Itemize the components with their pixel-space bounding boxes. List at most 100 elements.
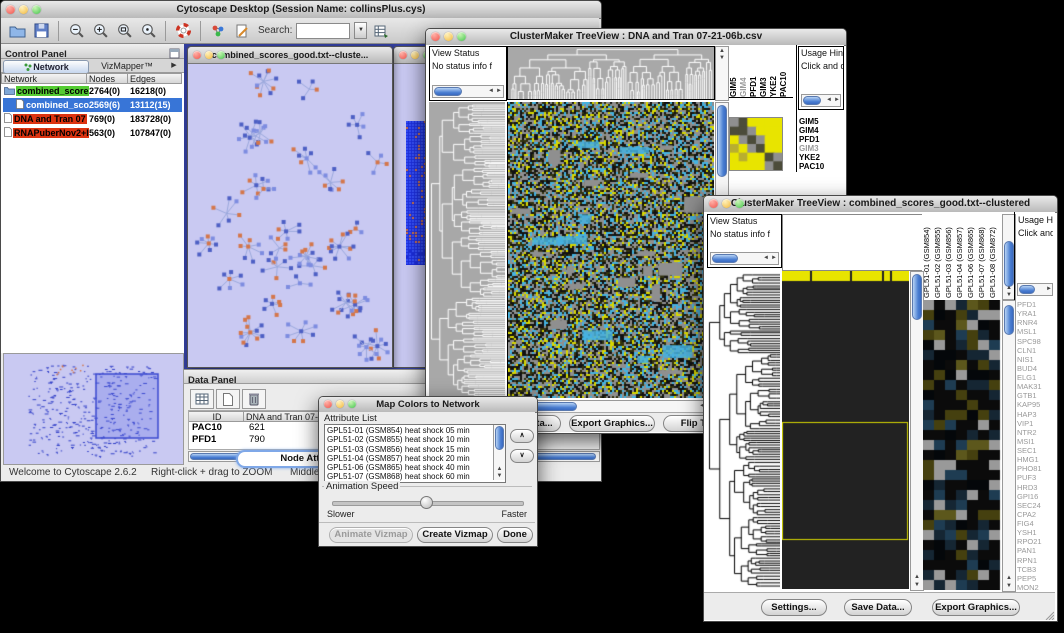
close-button[interactable] (324, 400, 332, 408)
column-label[interactable]: GPL51-07 (GSM868) (977, 214, 988, 298)
export-graphics-button[interactable]: Export Graphics... (932, 599, 1020, 616)
gene-label[interactable]: HMG1 (1017, 455, 1054, 464)
gene-label[interactable]: PAC10 (799, 162, 842, 171)
column-label[interactable]: GPL51-03 (GSM856) (944, 214, 955, 298)
gene-label[interactable]: PFD1 (799, 135, 842, 144)
tv2-gene-list[interactable]: PFD1YRA1RNR4MSL1SPC98CLN1NIS1BUD4ELG1MAK… (1017, 300, 1054, 592)
tv2-column-tree-panel[interactable] (782, 214, 923, 271)
gene-label[interactable]: SEC24 (1017, 501, 1054, 510)
gene-label[interactable]: SPC98 (1017, 337, 1054, 346)
minimize-button[interactable] (19, 5, 28, 14)
gene-label[interactable]: FIG4 (1017, 519, 1054, 528)
tv2-hints-hscrollbar[interactable]: ► (1017, 283, 1053, 296)
scroll-down-icon[interactable]: ▼ (716, 55, 728, 61)
tv1-heatmap-canvas[interactable] (507, 102, 714, 398)
close-button[interactable] (709, 199, 718, 208)
minimize-button[interactable] (336, 400, 344, 408)
gene-label[interactable]: RPN1 (1017, 556, 1054, 565)
gene-label[interactable]: KAP95 (1017, 400, 1054, 409)
gene-label[interactable]: NIS1 (1017, 355, 1054, 364)
zoom-out-icon[interactable] (66, 21, 86, 41)
done-button[interactable]: Done (497, 527, 533, 543)
scroll-down-icon[interactable]: ▼ (494, 473, 505, 479)
gene-label[interactable]: GPI16 (1017, 492, 1054, 501)
delete-attribute-icon[interactable] (242, 389, 266, 409)
tv2-row-dendrogram[interactable] (707, 271, 780, 589)
close-button[interactable] (399, 51, 407, 59)
gene-label[interactable]: GIM4 (799, 126, 842, 135)
tab-vizmapper[interactable]: VizMapper™ (91, 60, 163, 72)
open-session-icon[interactable] (7, 21, 27, 41)
move-down-button[interactable]: ∨ (510, 449, 534, 463)
gene-label[interactable]: PHO81 (1017, 464, 1054, 473)
gene-label[interactable]: YRA1 (1017, 309, 1054, 318)
scroll-left-icon[interactable]: ◄ (763, 253, 769, 263)
close-button[interactable] (6, 5, 15, 14)
column-label[interactable]: PAC10 (779, 46, 789, 97)
attribute-item[interactable]: GPL51-06 (GSM865) heat shock 40 min (327, 463, 503, 472)
gene-label[interactable]: HAP3 (1017, 410, 1054, 419)
zoom-selected-icon[interactable] (114, 21, 134, 41)
gene-label[interactable]: YSH1 (1017, 528, 1054, 537)
scroll-up-icon[interactable]: ▲ (1003, 575, 1015, 581)
network-graph-canvas[interactable] (188, 64, 390, 366)
attribute-item[interactable]: GPL51-02 (GSM855) heat shock 10 min (327, 435, 503, 444)
tv2-zoom-heatmap-canvas[interactable] (923, 300, 1001, 590)
gene-label[interactable]: MON2 (1017, 583, 1054, 592)
tv1-label-scrollbar[interactable]: ▲ ▼ (715, 46, 729, 101)
gene-label[interactable]: CPA2 (1017, 510, 1054, 519)
tv1-status-hscrollbar[interactable]: ◄ ► (432, 85, 504, 98)
gene-label[interactable]: ELG1 (1017, 373, 1054, 382)
scroll-up-icon[interactable]: ▲ (716, 48, 728, 54)
move-up-button[interactable]: ∧ (510, 429, 534, 443)
gene-label[interactable]: NTR2 (1017, 428, 1054, 437)
tv1-row-dendrogram[interactable] (429, 102, 505, 398)
column-label[interactable]: PFD1 (749, 46, 759, 97)
gene-label[interactable]: GIM5 (799, 117, 842, 126)
gene-label[interactable]: MSI1 (1017, 437, 1054, 446)
tv1-gene-list[interactable]: GIM5GIM4PFD1GIM3YKE2PAC10 (799, 117, 842, 172)
settings-button[interactable]: Settings... (761, 599, 827, 616)
gene-label[interactable]: SEC1 (1017, 446, 1054, 455)
column-label[interactable]: GPL51-04 (GSM857) (955, 214, 966, 298)
zoom-button[interactable] (32, 5, 41, 14)
export-table-icon[interactable] (371, 21, 391, 41)
scroll-right-icon[interactable]: ► (496, 86, 502, 96)
column-label[interactable]: GIM4 (739, 46, 749, 97)
gene-label[interactable]: YKE2 (799, 153, 842, 162)
column-label[interactable]: GPL51-02 (GSM855) (933, 214, 944, 298)
tv1-similarity-matrix[interactable] (729, 117, 783, 171)
gene-label[interactable]: PEP5 (1017, 574, 1054, 583)
gene-label[interactable]: RPO21 (1017, 537, 1054, 546)
scroll-up-icon[interactable]: ▲ (911, 574, 923, 580)
tv2-zoom-vscrollbar[interactable]: ▲ ▼ (1002, 300, 1016, 592)
tv1-hints-hscrollbar[interactable]: ◄ ► (801, 94, 841, 107)
attribute-listbox[interactable]: GPL51-01 (GSM854) heat shock 05 minGPL51… (324, 424, 506, 483)
scrollbar-thumb[interactable] (495, 426, 504, 450)
close-button[interactable] (193, 51, 201, 59)
scrollbar-thumb[interactable] (717, 105, 727, 177)
animate-vizmap-button[interactable]: Animate Vizmap (329, 527, 413, 543)
gene-label[interactable]: GIM3 (799, 144, 842, 153)
gene-label[interactable]: MSL1 (1017, 327, 1054, 336)
gene-label[interactable]: PFD1 (1017, 300, 1054, 309)
network-table-row[interactable]: combined_scores 2764(0) 16218(0) (3, 84, 182, 98)
minimize-button[interactable] (205, 51, 213, 59)
scrollbar-thumb[interactable] (1004, 241, 1014, 287)
minimize-button[interactable] (722, 199, 731, 208)
scroll-down-icon[interactable]: ▼ (1003, 583, 1015, 589)
tab-network[interactable]: Network (3, 60, 89, 74)
scroll-right-icon[interactable]: ► (1046, 284, 1052, 294)
column-label[interactable]: GIM5 (729, 46, 739, 97)
gene-label[interactable]: HRD3 (1017, 483, 1054, 492)
scrollbar-thumb[interactable] (803, 96, 821, 105)
scroll-right-icon[interactable]: ► (834, 95, 840, 105)
save-session-icon[interactable] (31, 21, 51, 41)
minimize-button[interactable] (411, 51, 419, 59)
speed-slider-thumb[interactable] (420, 496, 433, 509)
scrollbar-thumb[interactable] (434, 87, 462, 96)
scroll-left-icon[interactable]: ◄ (826, 95, 832, 105)
zoom-actual-icon[interactable] (138, 21, 158, 41)
save-data-button[interactable]: Save Data... (844, 599, 912, 616)
zoom-button[interactable] (217, 51, 225, 59)
